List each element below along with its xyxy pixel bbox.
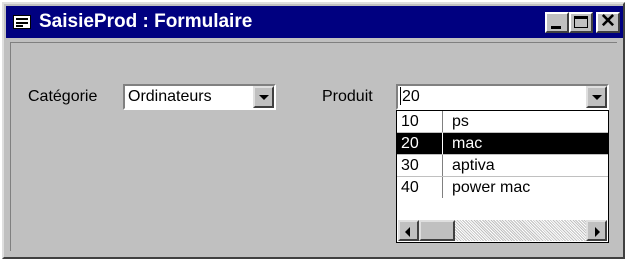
title-bar[interactable]: SaisieProd : Formulaire ✕ xyxy=(6,6,623,38)
category-label: Catégorie xyxy=(28,88,98,105)
chevron-down-icon xyxy=(592,95,602,100)
list-item[interactable]: 10 ps xyxy=(397,111,608,132)
product-id: 40 xyxy=(401,179,419,196)
product-dropdown-list[interactable]: 10 ps 20 mac 30 aptiva 40 power mac xyxy=(396,110,609,243)
product-label: Produit xyxy=(322,88,373,105)
window-title: SaisieProd : Formulaire xyxy=(39,11,253,32)
minimize-button[interactable] xyxy=(545,12,569,33)
product-id: 10 xyxy=(401,113,419,130)
scroll-right-button[interactable] xyxy=(586,220,607,241)
horizontal-scrollbar[interactable] xyxy=(398,220,607,241)
product-id: 30 xyxy=(401,157,419,174)
product-value-text: 20 xyxy=(402,88,420,105)
category-combobox[interactable]: Ordinateurs xyxy=(123,84,276,110)
product-name: ps xyxy=(452,113,469,130)
product-dropdown-button[interactable] xyxy=(586,86,607,108)
scroll-left-button[interactable] xyxy=(398,220,419,241)
maximize-icon xyxy=(574,16,588,28)
maximize-button[interactable] xyxy=(569,12,593,33)
product-value: 20 xyxy=(400,87,420,107)
product-name: power mac xyxy=(452,179,531,196)
product-combobox[interactable]: 20 xyxy=(396,84,609,110)
list-item[interactable]: 30 aptiva xyxy=(397,155,608,176)
close-button[interactable]: ✕ xyxy=(596,12,620,33)
list-item-selected[interactable]: 20 mac xyxy=(397,133,608,154)
form-icon[interactable] xyxy=(13,15,31,29)
arrow-left-icon xyxy=(405,227,410,237)
scrollbar-thumb[interactable] xyxy=(419,220,455,241)
minimize-icon xyxy=(551,26,561,29)
close-icon: ✕ xyxy=(600,11,616,32)
category-value: Ordinateurs xyxy=(128,88,212,105)
product-name: mac xyxy=(452,135,483,152)
list-item[interactable]: 40 power mac xyxy=(397,177,608,198)
product-name: aptiva xyxy=(452,157,495,174)
text-caret xyxy=(400,87,401,105)
category-dropdown-button[interactable] xyxy=(253,86,274,108)
chevron-down-icon xyxy=(259,95,269,100)
arrow-right-icon xyxy=(595,227,600,237)
product-id: 20 xyxy=(401,135,419,152)
